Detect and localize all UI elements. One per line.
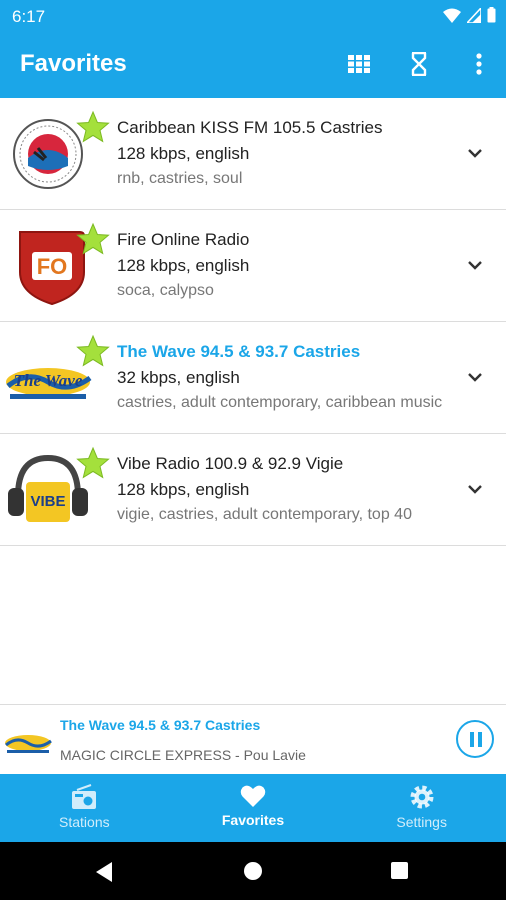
favorite-star-icon[interactable] (76, 222, 110, 256)
station-row[interactable]: The Wave The Wave 94.5 & 93.7 Castries 3… (0, 322, 506, 434)
station-name: Fire Online Radio (117, 230, 250, 249)
favorite-star-icon[interactable] (76, 334, 110, 368)
nav-favorites-label: Favorites (221, 812, 285, 828)
sleep-timer-button[interactable] (406, 51, 432, 77)
chevron-down-icon[interactable] (464, 254, 486, 276)
nav-settings-label: Settings (396, 814, 447, 830)
favorite-star-icon[interactable] (76, 446, 110, 480)
nav-stations-label: Stations (59, 814, 110, 830)
back-icon[interactable] (94, 861, 114, 883)
page-title: Favorites (20, 50, 127, 77)
wifi-icon (443, 8, 461, 23)
station-tags: vigie, castries, adult contemporary, top… (117, 506, 412, 523)
station-tags: rnb, castries, soul (117, 170, 243, 187)
station-tags: soca, calypso (117, 282, 214, 299)
favorites-list: Caribbean KISS FM 105.5 Castries 128 kbp… (0, 98, 506, 546)
home-icon[interactable] (243, 861, 263, 881)
status-bar: 6:17 (0, 0, 506, 32)
now-playing-track: MAGIC CIRCLE EXPRESS - Pou Lavie (60, 747, 306, 763)
cellular-signal-icon (467, 7, 481, 23)
now-playing-logo (5, 735, 52, 753)
heart-icon (240, 785, 266, 807)
recents-icon[interactable] (390, 861, 409, 880)
chevron-down-icon[interactable] (464, 366, 486, 388)
pause-button[interactable] (456, 720, 494, 758)
station-row[interactable]: Caribbean KISS FM 105.5 Castries 128 kbp… (0, 98, 506, 210)
bottom-navigation: Stations Favorites Settings (0, 774, 506, 842)
pause-icon (478, 732, 482, 747)
station-name: Caribbean KISS FM 105.5 Castries (117, 118, 383, 137)
fire-online-logo-text: FO (37, 254, 68, 279)
now-playing-station: The Wave 94.5 & 93.7 Castries (60, 717, 261, 733)
station-row[interactable]: VIBE Vibe Radio 100.9 & 92.9 Vigie 128 k… (0, 434, 506, 546)
chevron-down-icon[interactable] (464, 478, 486, 500)
station-bitrate-language: 128 kbps, english (117, 144, 250, 163)
station-name-playing: The Wave 94.5 & 93.7 Castries (117, 342, 361, 361)
pause-icon (470, 732, 474, 747)
now-playing-bar[interactable]: The Wave 94.5 & 93.7 Castries MAGIC CIRC… (0, 704, 506, 774)
radio-icon (72, 784, 97, 809)
sleep-timer-icon (411, 52, 427, 76)
favorite-star-icon[interactable] (76, 110, 110, 144)
app-bar: Favorites (0, 32, 506, 98)
the-wave-logo-text: The Wave (14, 371, 83, 390)
more-options-icon (476, 53, 482, 75)
station-tags: castries, adult contemporary, caribbean … (117, 394, 443, 411)
grid-view-icon (348, 55, 370, 73)
battery-icon (487, 7, 496, 23)
station-row[interactable]: FO Fire Online Radio 128 kbps, english s… (0, 210, 506, 322)
vibe-radio-logo-text: VIBE (30, 493, 65, 510)
nav-stations[interactable]: Stations (0, 774, 169, 842)
more-options-button[interactable] (466, 51, 492, 77)
status-icons (443, 7, 496, 23)
nav-settings[interactable]: Settings (337, 774, 506, 842)
chevron-down-icon[interactable] (464, 142, 486, 164)
status-time: 6:17 (12, 7, 46, 26)
station-bitrate-language: 128 kbps, english (117, 256, 250, 275)
station-bitrate-language: 32 kbps, english (117, 368, 240, 387)
station-bitrate-language: 128 kbps, english (117, 480, 250, 499)
gear-icon (410, 785, 434, 809)
nav-favorites[interactable]: Favorites (169, 774, 338, 842)
system-navigation-bar (0, 842, 506, 900)
station-name: Vibe Radio 100.9 & 92.9 Vigie (117, 454, 344, 473)
grid-view-button[interactable] (346, 51, 372, 77)
